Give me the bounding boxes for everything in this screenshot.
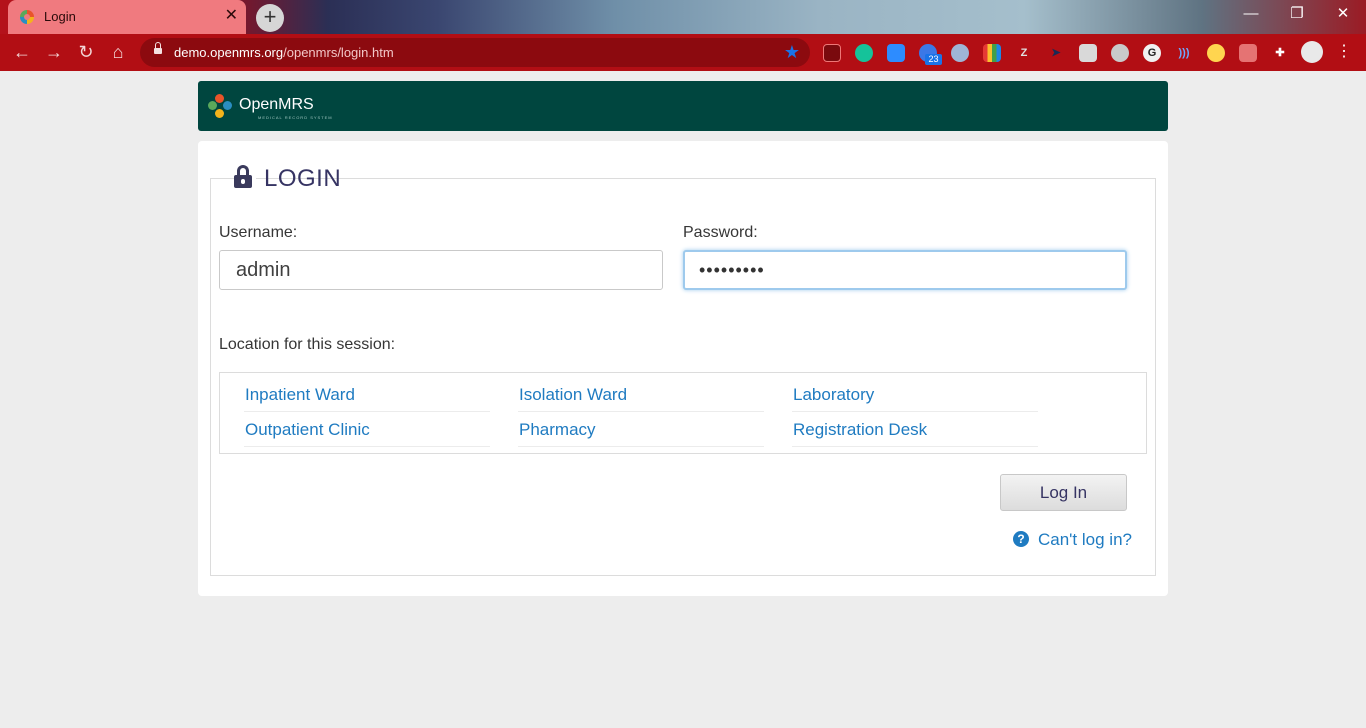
login-card (198, 141, 1168, 596)
extension-wave-icon[interactable]: ))) (1175, 44, 1193, 62)
location-label: Location for this session: (219, 336, 396, 353)
tab-close-icon[interactable]: ✕ (225, 7, 238, 25)
login-button[interactable]: Log In (1000, 474, 1127, 511)
location-isolation-ward[interactable]: Isolation Ward (518, 380, 764, 412)
bookmark-star-icon[interactable]: ★ (784, 42, 800, 63)
extension-globe-icon[interactable] (951, 44, 969, 62)
browser-titlebar: Login ✕ + — ❐ ✕ (0, 0, 1366, 34)
extension-calendar-icon[interactable] (823, 44, 841, 62)
extension-search-icon[interactable] (1207, 44, 1225, 62)
username-input[interactable] (219, 250, 663, 290)
location-registration-desk[interactable]: Registration Desk (792, 415, 1038, 447)
login-legend: LOGIN (234, 160, 341, 200)
openmrs-logo-icon[interactable] (208, 94, 232, 118)
cant-login-text[interactable]: Can't log in? (1038, 530, 1132, 550)
lock-icon (154, 42, 162, 55)
extension-cursor-icon[interactable]: ➤ (1047, 44, 1065, 62)
help-icon: ? (1013, 531, 1029, 547)
address-bar[interactable]: demo.openmrs.org/openmrs/login.htm ★ (140, 38, 810, 67)
password-mask: ••••••••• (699, 260, 765, 280)
extension-qr-icon[interactable] (1079, 44, 1097, 62)
extension-badge: 23 (925, 54, 942, 65)
minimize-button[interactable]: — (1228, 0, 1274, 30)
profile-avatar[interactable] (1301, 41, 1323, 63)
password-input[interactable]: ••••••••• (683, 250, 1127, 290)
username-label: Username: (219, 224, 298, 241)
logo-text: OpenMRS (239, 96, 314, 113)
url-host: demo.openmrs.org (174, 45, 284, 60)
restore-button[interactable]: ❐ (1274, 0, 1320, 30)
location-pharmacy[interactable]: Pharmacy (518, 415, 764, 447)
browser-menu-icon[interactable]: ⋮ (1336, 42, 1352, 62)
home-icon[interactable]: ⌂ (106, 41, 130, 65)
openmrs-favicon-icon (20, 10, 34, 24)
url-text: demo.openmrs.org/openmrs/login.htm (174, 45, 394, 60)
extension-bulb-icon[interactable] (1111, 44, 1129, 62)
login-heading: LOGIN (264, 165, 342, 192)
back-icon[interactable]: ← (10, 41, 34, 65)
extension-g-icon[interactable]: G (1143, 44, 1161, 62)
zoom-extension-icon[interactable] (887, 44, 905, 62)
password-label: Password: (683, 224, 758, 241)
extension-z-icon[interactable]: Z (1015, 44, 1033, 62)
close-window-button[interactable]: ✕ (1320, 0, 1366, 30)
forward-icon[interactable]: → (42, 41, 66, 65)
reload-icon[interactable]: ↻ (74, 41, 98, 65)
padlock-icon (234, 165, 252, 188)
extensions-puzzle-icon[interactable]: ✚ (1271, 44, 1289, 62)
location-inpatient-ward[interactable]: Inpatient Ward (244, 380, 490, 412)
new-tab-button[interactable]: + (256, 4, 284, 32)
browser-toolbar: ← → ↻ ⌂ demo.openmrs.org/openmrs/login.h… (0, 34, 1366, 71)
extension-photo-icon[interactable] (1239, 44, 1257, 62)
tab-title: Login (44, 9, 76, 24)
openmrs-header: OpenMRS MEDICAL RECORD SYSTEM (198, 81, 1168, 131)
browser-tab[interactable]: Login ✕ (8, 0, 246, 34)
location-outpatient-clinic[interactable]: Outpatient Clinic (244, 415, 490, 447)
extension-bars-icon[interactable] (983, 44, 1001, 62)
location-laboratory[interactable]: Laboratory (792, 380, 1038, 412)
url-path: /openmrs/login.htm (283, 45, 394, 60)
logo-subtitle: MEDICAL RECORD SYSTEM (258, 115, 333, 120)
grammarly-extension-icon[interactable] (855, 44, 873, 62)
